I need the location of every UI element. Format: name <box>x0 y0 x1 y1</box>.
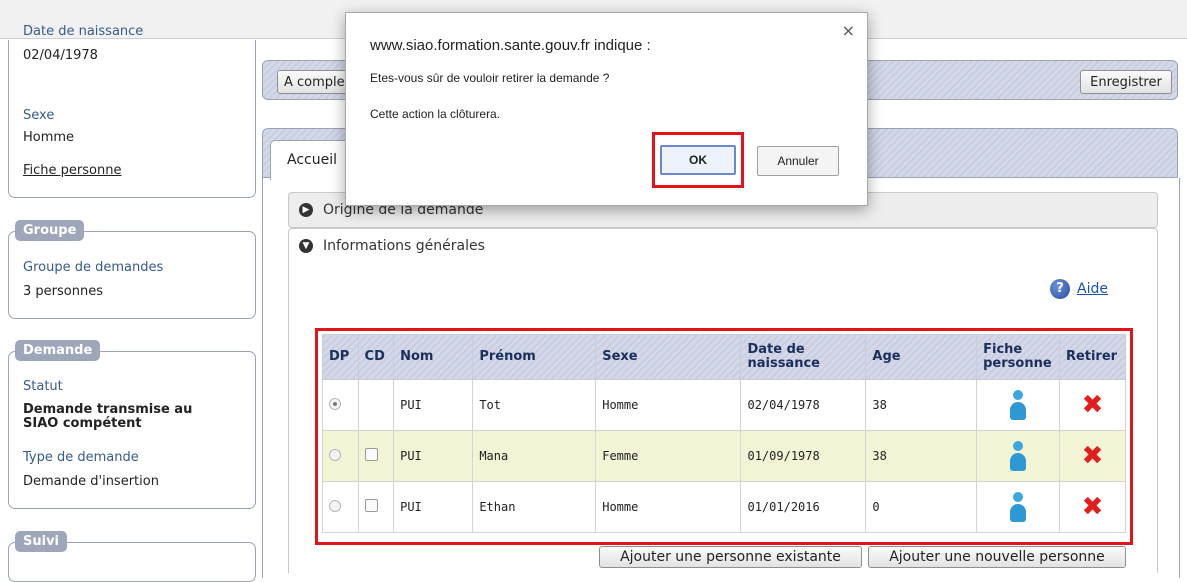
section-infos-title: Informations générales <box>323 238 485 254</box>
sex-value: Homme <box>23 130 75 145</box>
demande-panel: Demande Statut Demande transmise au SIAO… <box>8 340 256 509</box>
naissance-cell: 01/01/2016 <box>740 481 867 533</box>
dialog-message: Etes-vous sûr de vouloir retirer la dema… <box>370 71 610 85</box>
chevron-right-icon: ▶ <box>299 203 313 217</box>
confirm-dialog: × www.siao.formation.sante.gouv.fr indiq… <box>345 12 868 206</box>
persons-table: DP CD Nom Prénom Sexe Date de naissance … <box>322 334 1127 533</box>
dp-radio[interactable] <box>329 397 341 410</box>
suivi-legend: Suivi <box>15 531 68 552</box>
col-fiche-personne: Fiche personne <box>976 334 1060 380</box>
remove-icon[interactable]: ✖ <box>1066 494 1119 520</box>
col-nom: Nom <box>393 334 474 380</box>
ok-button[interactable]: OK <box>660 145 736 175</box>
groupe-legend: Groupe <box>15 220 85 241</box>
demande-legend: Demande <box>15 340 101 361</box>
fiche-personne-link[interactable]: Fiche personne <box>23 163 121 178</box>
suivi-panel: Suivi <box>8 531 256 582</box>
help-icon[interactable]: ? <box>1050 279 1070 299</box>
prenom-cell: Mana <box>472 430 597 482</box>
cd-cell <box>357 430 395 482</box>
fiche-cell <box>976 379 1060 431</box>
type-demande-value: Demande d'insertion <box>23 474 159 489</box>
add-existing-person-button[interactable]: Ajouter une personne existante <box>599 546 862 568</box>
dp-radio[interactable] <box>329 499 341 512</box>
col-dp: DP <box>322 334 359 380</box>
cd-checkbox[interactable] <box>364 448 378 461</box>
birth-date-label: Date de naissance <box>23 24 144 39</box>
col-sexe: Sexe <box>595 334 742 380</box>
close-icon[interactable]: × <box>842 21 855 40</box>
sexe-cell: Homme <box>595 379 742 431</box>
retirer-cell: ✖ <box>1058 481 1127 533</box>
age-cell: 38 <box>865 430 978 482</box>
statut-value-line1: Demande transmise au <box>23 402 193 417</box>
person-icon[interactable] <box>1009 441 1027 471</box>
person-panel: Date de naissance 02/04/1978 Sexe Homme … <box>8 24 256 198</box>
remove-icon[interactable]: ✖ <box>1066 443 1119 469</box>
col-date-naissance: Date de naissance <box>740 334 867 380</box>
cd-cell <box>357 481 395 533</box>
col-age: Age <box>865 334 978 380</box>
save-button[interactable]: Enregistrer <box>1080 70 1172 94</box>
add-new-person-button[interactable]: Ajouter une nouvelle personne <box>868 546 1126 568</box>
groupe-label: Groupe de demandes <box>23 260 164 275</box>
retirer-cell: ✖ <box>1058 430 1127 482</box>
nom-cell: PUI <box>393 379 474 431</box>
dialog-title: www.siao.formation.sante.gouv.fr indique… <box>370 37 651 54</box>
dp-radio[interactable] <box>329 448 341 461</box>
statut-value-line2: SIAO compétent <box>23 416 142 431</box>
table-row: PUI Tot Homme 02/04/1978 38 ✖ <box>322 379 1127 431</box>
cd-cell <box>357 379 395 431</box>
col-cd: CD <box>357 334 395 380</box>
statut-label: Statut <box>23 379 63 394</box>
table-row: PUI Ethan Homme 01/01/2016 0 ✖ <box>322 481 1127 533</box>
groupe-panel: Groupe Groupe de demandes 3 personnes <box>8 220 256 319</box>
col-prenom: Prénom <box>472 334 597 380</box>
dp-cell <box>322 430 359 482</box>
nom-cell: PUI <box>393 430 474 482</box>
person-icon[interactable] <box>1009 390 1027 420</box>
dialog-message-detail: Cette action la clôturera. <box>370 107 501 121</box>
table-row: PUI Mana Femme 01/09/1978 38 ✖ <box>322 430 1127 482</box>
prenom-cell: Tot <box>472 379 597 431</box>
age-cell: 38 <box>865 379 978 431</box>
fiche-cell <box>976 430 1060 482</box>
prenom-cell: Ethan <box>472 481 597 533</box>
remove-icon[interactable]: ✖ <box>1066 392 1119 418</box>
naissance-cell: 01/09/1978 <box>740 430 867 482</box>
cd-checkbox[interactable] <box>364 499 378 512</box>
cancel-button[interactable]: Annuler <box>757 146 839 176</box>
groupe-value: 3 personnes <box>23 284 103 299</box>
dp-cell <box>322 379 359 431</box>
naissance-cell: 02/04/1978 <box>740 379 867 431</box>
person-icon[interactable] <box>1009 492 1027 522</box>
birth-date-value: 02/04/1978 <box>23 48 98 63</box>
sex-label: Sexe <box>23 108 55 123</box>
sexe-cell: Femme <box>595 430 742 482</box>
retirer-cell: ✖ <box>1058 379 1127 431</box>
fiche-cell <box>976 481 1060 533</box>
age-cell: 0 <box>865 481 978 533</box>
sexe-cell: Homme <box>595 481 742 533</box>
nom-cell: PUI <box>393 481 474 533</box>
aide-link[interactable]: Aide <box>1077 281 1108 297</box>
table-header-row: DP CD Nom Prénom Sexe Date de naissance … <box>322 334 1127 380</box>
dp-cell <box>322 481 359 533</box>
chevron-down-icon: ▼ <box>299 239 313 253</box>
type-demande-label: Type de demande <box>23 450 139 465</box>
col-retirer: Retirer <box>1058 334 1127 380</box>
section-infos[interactable]: ▼ Informations générales <box>288 228 1158 264</box>
tab-accueil-label: Accueil <box>287 152 337 168</box>
